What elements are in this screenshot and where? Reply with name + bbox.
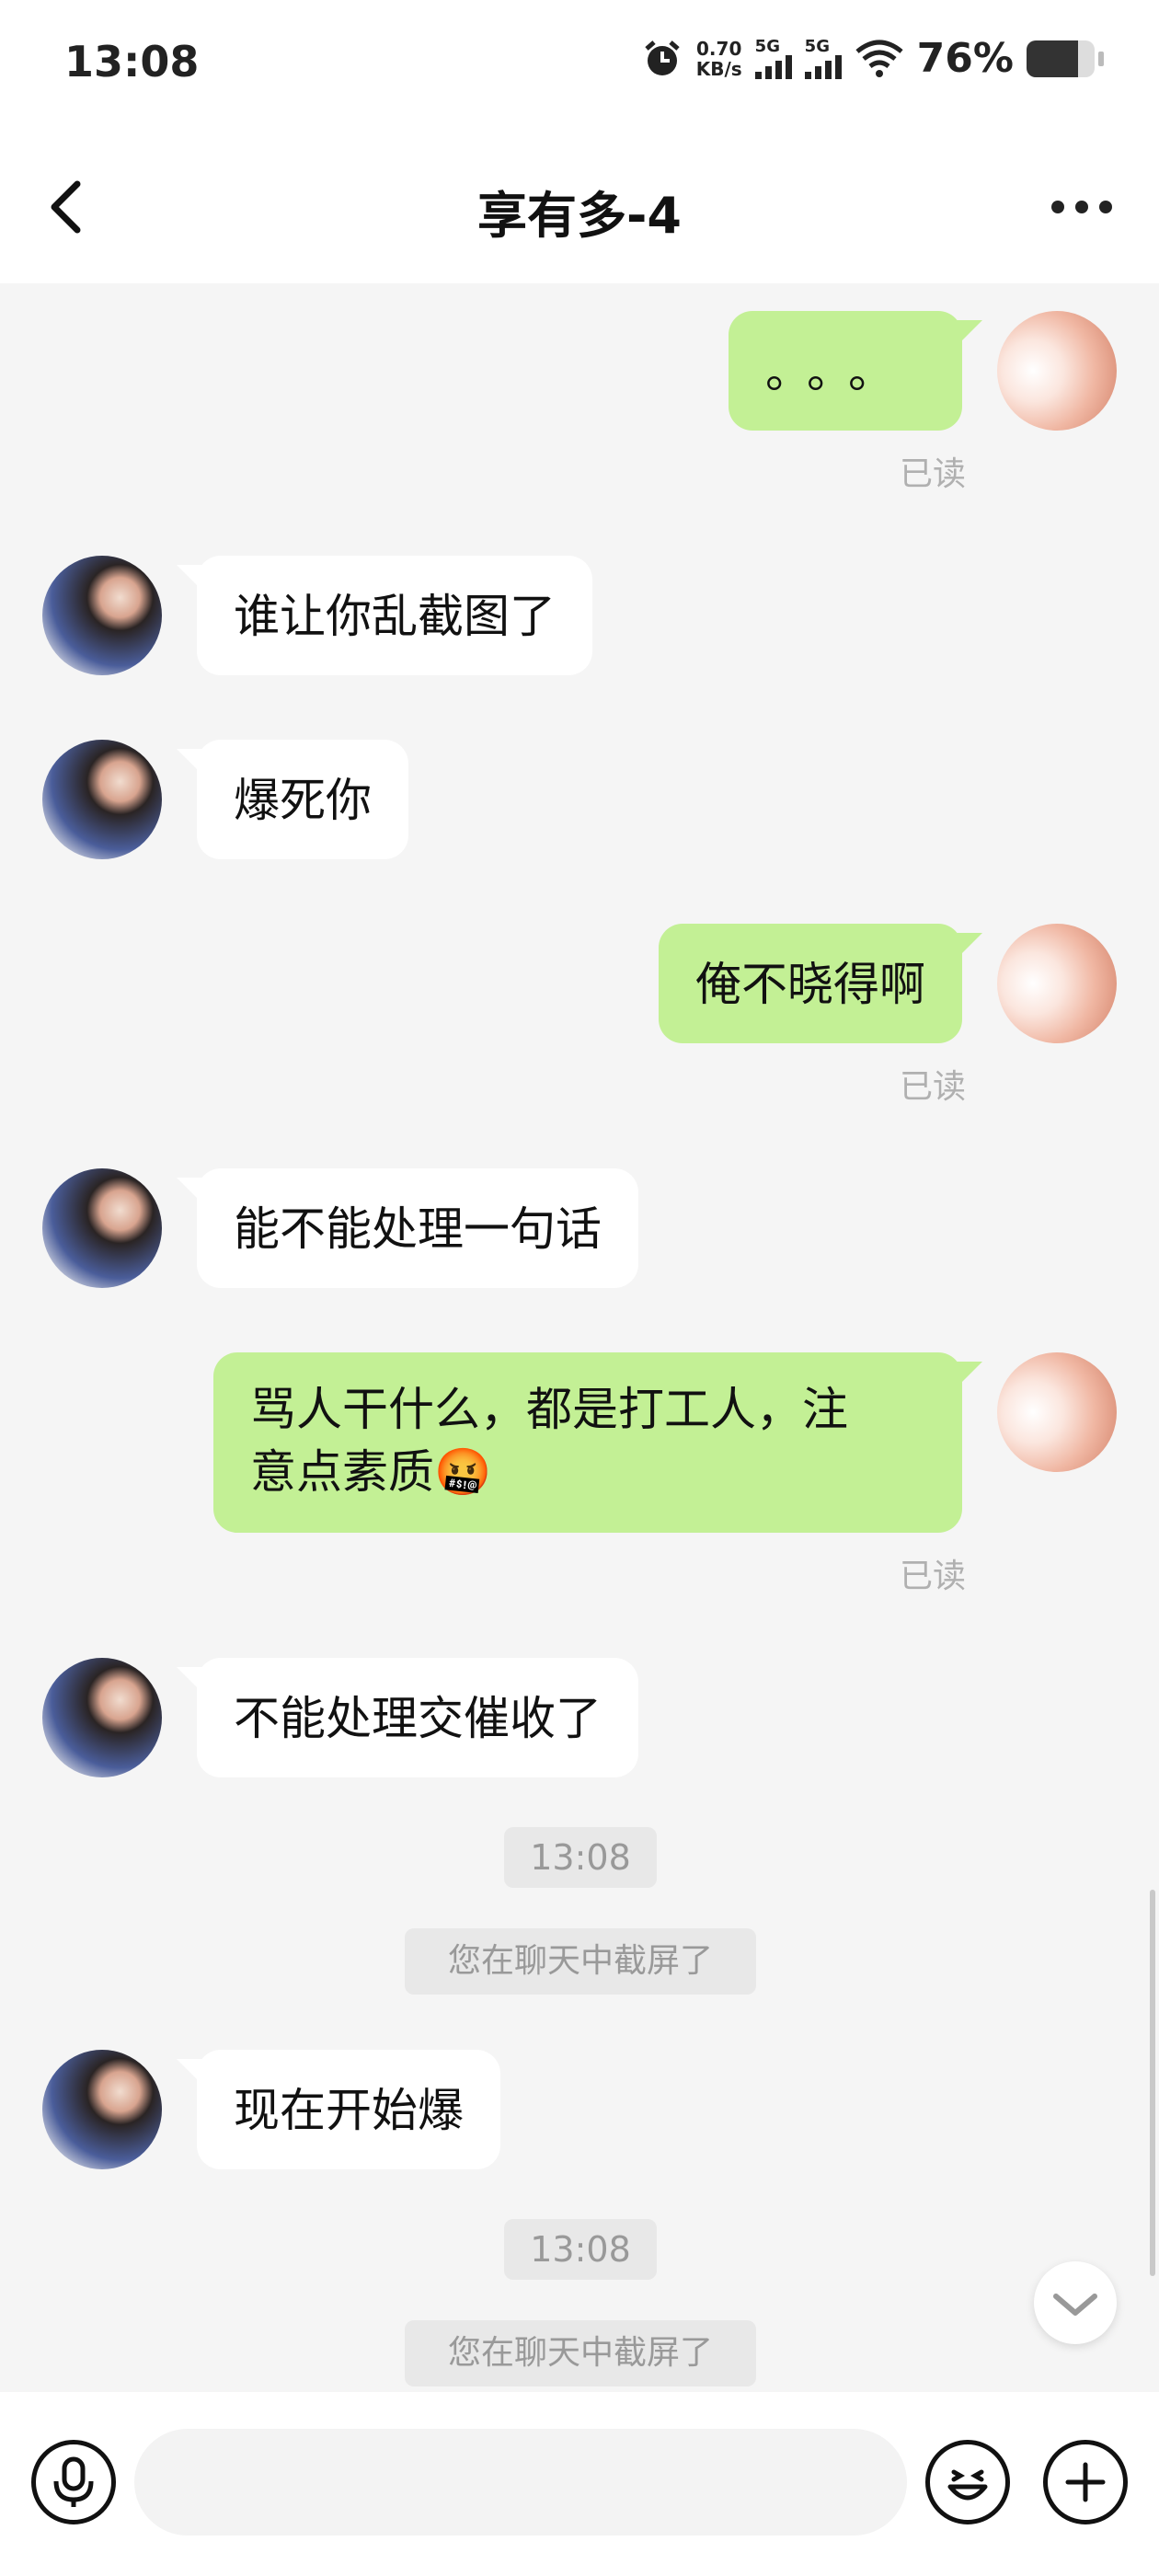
- net-speed: 0.70 KB/s: [696, 39, 742, 79]
- read-receipt: 已读: [899, 1068, 966, 1106]
- scrollbar[interactable]: [1150, 1890, 1155, 2276]
- message-line-2: 意点素质🤬: [250, 1441, 925, 1503]
- read-receipt: 已读: [899, 1558, 966, 1595]
- signal-1: 5G: [754, 36, 792, 79]
- chat-title: 享有多-4: [477, 187, 682, 245]
- input-bar: [0, 2392, 1159, 2576]
- more-dots-icon[interactable]: [1045, 184, 1119, 230]
- contact-avatar[interactable]: [42, 1168, 162, 1288]
- message-input[interactable]: [134, 2429, 907, 2536]
- timestamp-chip: 13:08: [504, 1827, 657, 1888]
- message-line-2-text: 意点素质: [250, 1445, 434, 1499]
- contact-avatar[interactable]: [42, 556, 162, 675]
- message-bubble-received[interactable]: 不能处理交催收了: [177, 1658, 638, 1777]
- contact-avatar[interactable]: [42, 2050, 162, 2169]
- voice-button[interactable]: [31, 2440, 116, 2524]
- wifi-icon: [855, 40, 903, 77]
- message-bubble-sent[interactable]: 俺不晓得啊: [659, 924, 982, 1043]
- my-avatar[interactable]: [997, 1352, 1117, 1472]
- message-bubble-received[interactable]: 爆死你: [177, 740, 408, 859]
- plus-button[interactable]: [1043, 2440, 1128, 2524]
- message-list[interactable]: 。。。 已读 谁让你乱截图了 爆死你 俺不晓得啊 已读 能不能处理一句话 骂人干…: [0, 283, 1159, 2392]
- scroll-to-bottom-button[interactable]: [1034, 2261, 1117, 2344]
- alarm-icon: [645, 40, 680, 75]
- message-line-1: 骂人干什么，都是打工人，注: [250, 1383, 848, 1436]
- my-avatar[interactable]: [997, 311, 1117, 431]
- signal-bars-icon: [754, 54, 792, 79]
- signal-bars-icon: [804, 54, 842, 79]
- network-type-1: 5G: [754, 36, 780, 56]
- read-receipt: 已读: [899, 455, 966, 493]
- message-bubble-sent[interactable]: 。。。: [729, 311, 982, 431]
- timestamp-chip: 13:08: [504, 2219, 657, 2280]
- message-bubble-received[interactable]: 谁让你乱截图了: [177, 556, 592, 675]
- battery-percent: 76%: [916, 35, 1014, 82]
- system-notice: 您在聊天中截屏了: [405, 2320, 756, 2386]
- status-bar: 13:08 0.70 KB/s 5G 5G 76%: [0, 0, 1159, 129]
- chat-header: 享有多-4: [0, 129, 1159, 283]
- net-speed-unit: KB/s: [695, 57, 742, 80]
- message-bubble-received[interactable]: 能不能处理一句话: [177, 1168, 638, 1288]
- contact-avatar[interactable]: [42, 1658, 162, 1777]
- smiley-icon: [947, 2469, 988, 2501]
- emoji-button[interactable]: [925, 2440, 1010, 2524]
- chevron-down-icon: [1053, 2294, 1097, 2316]
- battery-icon: [1027, 40, 1095, 77]
- status-time: 13:08: [64, 37, 200, 86]
- microphone-icon: [53, 2456, 94, 2507]
- status-icons: 0.70 KB/s 5G 5G 76%: [641, 35, 1104, 82]
- plus-icon: [1065, 2462, 1106, 2502]
- network-type-2: 5G: [804, 36, 830, 56]
- message-bubble-sent[interactable]: 骂人干什么，都是打工人，注 意点素质🤬: [213, 1352, 982, 1533]
- signal-2: 5G: [804, 36, 842, 79]
- net-speed-value: 0.70: [696, 37, 742, 60]
- contact-avatar[interactable]: [42, 740, 162, 859]
- message-bubble-received[interactable]: 现在开始爆: [177, 2050, 500, 2169]
- my-avatar[interactable]: [997, 924, 1117, 1043]
- cursing-face-emoji-icon: 🤬: [434, 1445, 492, 1499]
- system-notice: 您在聊天中截屏了: [405, 1928, 756, 1995]
